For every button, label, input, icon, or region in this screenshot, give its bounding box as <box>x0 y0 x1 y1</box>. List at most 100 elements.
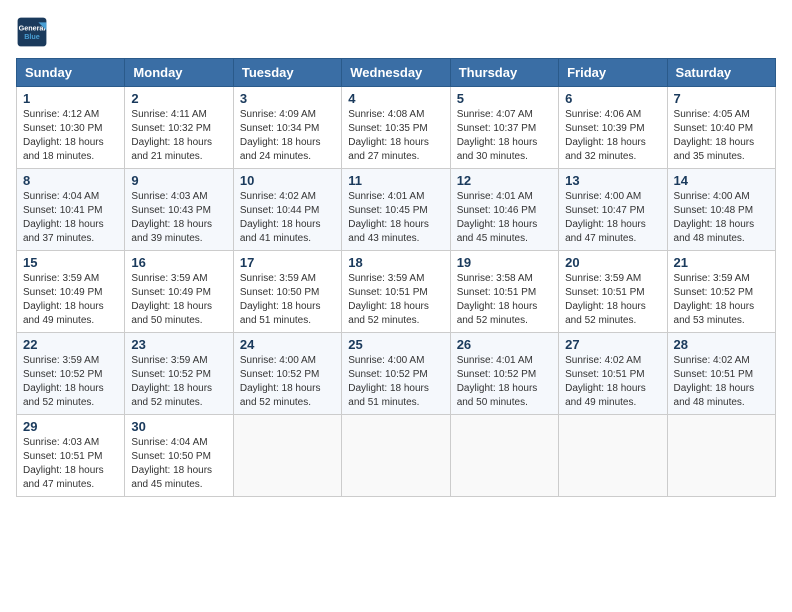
calendar-cell: 9 Sunrise: 4:03 AMSunset: 10:43 PMDaylig… <box>125 169 233 251</box>
calendar-week-4: 22 Sunrise: 3:59 AMSunset: 10:52 PMDayli… <box>17 333 776 415</box>
calendar-cell: 25 Sunrise: 4:00 AMSunset: 10:52 PMDayli… <box>342 333 450 415</box>
day-number: 26 <box>457 337 552 352</box>
day-info: Sunrise: 4:01 AMSunset: 10:52 PMDaylight… <box>457 354 552 410</box>
day-info: Sunrise: 3:59 AMSunset: 10:52 PMDaylight… <box>23 354 118 410</box>
calendar-cell: 3 Sunrise: 4:09 AMSunset: 10:34 PMDaylig… <box>233 87 341 169</box>
day-number: 6 <box>565 91 660 106</box>
calendar-cell: 5 Sunrise: 4:07 AMSunset: 10:37 PMDaylig… <box>450 87 558 169</box>
day-number: 28 <box>674 337 769 352</box>
day-info: Sunrise: 4:08 AMSunset: 10:35 PMDaylight… <box>348 108 443 164</box>
calendar-cell: 2 Sunrise: 4:11 AMSunset: 10:32 PMDaylig… <box>125 87 233 169</box>
header-friday: Friday <box>559 59 667 87</box>
calendar-cell: 23 Sunrise: 3:59 AMSunset: 10:52 PMDayli… <box>125 333 233 415</box>
day-number: 2 <box>131 91 226 106</box>
calendar-week-1: 1 Sunrise: 4:12 AMSunset: 10:30 PMDaylig… <box>17 87 776 169</box>
day-info: Sunrise: 3:59 AMSunset: 10:51 PMDaylight… <box>565 272 660 328</box>
calendar-cell: 7 Sunrise: 4:05 AMSunset: 10:40 PMDaylig… <box>667 87 775 169</box>
logo-icon: General Blue <box>16 16 48 48</box>
day-number: 12 <box>457 173 552 188</box>
calendar-cell: 8 Sunrise: 4:04 AMSunset: 10:41 PMDaylig… <box>17 169 125 251</box>
day-info: Sunrise: 4:05 AMSunset: 10:40 PMDaylight… <box>674 108 769 164</box>
day-info: Sunrise: 4:01 AMSunset: 10:45 PMDaylight… <box>348 190 443 246</box>
day-info: Sunrise: 4:02 AMSunset: 10:44 PMDaylight… <box>240 190 335 246</box>
day-info: Sunrise: 4:04 AMSunset: 10:50 PMDaylight… <box>131 436 226 492</box>
day-info: Sunrise: 4:02 AMSunset: 10:51 PMDaylight… <box>674 354 769 410</box>
day-number: 17 <box>240 255 335 270</box>
calendar-cell: 10 Sunrise: 4:02 AMSunset: 10:44 PMDayli… <box>233 169 341 251</box>
day-info: Sunrise: 4:00 AMSunset: 10:52 PMDaylight… <box>348 354 443 410</box>
calendar-cell: 19 Sunrise: 3:58 AMSunset: 10:51 PMDayli… <box>450 251 558 333</box>
day-info: Sunrise: 4:07 AMSunset: 10:37 PMDaylight… <box>457 108 552 164</box>
day-number: 3 <box>240 91 335 106</box>
day-number: 9 <box>131 173 226 188</box>
calendar-cell: 15 Sunrise: 3:59 AMSunset: 10:49 PMDayli… <box>17 251 125 333</box>
header-monday: Monday <box>125 59 233 87</box>
day-info: Sunrise: 3:59 AMSunset: 10:50 PMDaylight… <box>240 272 335 328</box>
day-number: 25 <box>348 337 443 352</box>
day-info: Sunrise: 4:11 AMSunset: 10:32 PMDaylight… <box>131 108 226 164</box>
day-number: 22 <box>23 337 118 352</box>
day-info: Sunrise: 3:59 AMSunset: 10:49 PMDaylight… <box>131 272 226 328</box>
day-info: Sunrise: 4:09 AMSunset: 10:34 PMDaylight… <box>240 108 335 164</box>
calendar-cell: 11 Sunrise: 4:01 AMSunset: 10:45 PMDayli… <box>342 169 450 251</box>
day-info: Sunrise: 4:02 AMSunset: 10:51 PMDaylight… <box>565 354 660 410</box>
day-number: 18 <box>348 255 443 270</box>
day-number: 24 <box>240 337 335 352</box>
header-thursday: Thursday <box>450 59 558 87</box>
calendar-cell: 26 Sunrise: 4:01 AMSunset: 10:52 PMDayli… <box>450 333 558 415</box>
calendar-cell <box>559 415 667 497</box>
day-number: 1 <box>23 91 118 106</box>
day-info: Sunrise: 4:00 AMSunset: 10:52 PMDaylight… <box>240 354 335 410</box>
calendar-cell: 12 Sunrise: 4:01 AMSunset: 10:46 PMDayli… <box>450 169 558 251</box>
day-number: 16 <box>131 255 226 270</box>
day-number: 29 <box>23 419 118 434</box>
day-number: 21 <box>674 255 769 270</box>
day-info: Sunrise: 4:01 AMSunset: 10:46 PMDaylight… <box>457 190 552 246</box>
header-tuesday: Tuesday <box>233 59 341 87</box>
calendar-cell: 6 Sunrise: 4:06 AMSunset: 10:39 PMDaylig… <box>559 87 667 169</box>
day-number: 15 <box>23 255 118 270</box>
day-info: Sunrise: 4:03 AMSunset: 10:43 PMDaylight… <box>131 190 226 246</box>
header: General Blue <box>16 16 776 48</box>
day-number: 14 <box>674 173 769 188</box>
header-wednesday: Wednesday <box>342 59 450 87</box>
calendar-cell: 18 Sunrise: 3:59 AMSunset: 10:51 PMDayli… <box>342 251 450 333</box>
calendar-cell <box>342 415 450 497</box>
header-saturday: Saturday <box>667 59 775 87</box>
day-info: Sunrise: 3:59 AMSunset: 10:51 PMDaylight… <box>348 272 443 328</box>
day-info: Sunrise: 3:59 AMSunset: 10:52 PMDaylight… <box>131 354 226 410</box>
calendar-cell <box>667 415 775 497</box>
day-number: 19 <box>457 255 552 270</box>
calendar-cell <box>450 415 558 497</box>
calendar-header-row: SundayMondayTuesdayWednesdayThursdayFrid… <box>17 59 776 87</box>
day-number: 20 <box>565 255 660 270</box>
svg-text:Blue: Blue <box>24 32 40 41</box>
calendar-cell: 29 Sunrise: 4:03 AMSunset: 10:51 PMDayli… <box>17 415 125 497</box>
calendar-week-2: 8 Sunrise: 4:04 AMSunset: 10:41 PMDaylig… <box>17 169 776 251</box>
day-number: 7 <box>674 91 769 106</box>
calendar-cell: 20 Sunrise: 3:59 AMSunset: 10:51 PMDayli… <box>559 251 667 333</box>
header-sunday: Sunday <box>17 59 125 87</box>
day-info: Sunrise: 4:03 AMSunset: 10:51 PMDaylight… <box>23 436 118 492</box>
day-info: Sunrise: 4:04 AMSunset: 10:41 PMDaylight… <box>23 190 118 246</box>
day-number: 5 <box>457 91 552 106</box>
calendar-cell: 14 Sunrise: 4:00 AMSunset: 10:48 PMDayli… <box>667 169 775 251</box>
day-number: 8 <box>23 173 118 188</box>
calendar-cell: 17 Sunrise: 3:59 AMSunset: 10:50 PMDayli… <box>233 251 341 333</box>
calendar: SundayMondayTuesdayWednesdayThursdayFrid… <box>16 58 776 497</box>
calendar-cell: 30 Sunrise: 4:04 AMSunset: 10:50 PMDayli… <box>125 415 233 497</box>
calendar-week-5: 29 Sunrise: 4:03 AMSunset: 10:51 PMDayli… <box>17 415 776 497</box>
calendar-cell: 24 Sunrise: 4:00 AMSunset: 10:52 PMDayli… <box>233 333 341 415</box>
calendar-cell: 28 Sunrise: 4:02 AMSunset: 10:51 PMDayli… <box>667 333 775 415</box>
day-info: Sunrise: 3:59 AMSunset: 10:52 PMDaylight… <box>674 272 769 328</box>
day-number: 11 <box>348 173 443 188</box>
day-number: 13 <box>565 173 660 188</box>
day-info: Sunrise: 3:59 AMSunset: 10:49 PMDaylight… <box>23 272 118 328</box>
logo: General Blue <box>16 16 48 48</box>
day-number: 23 <box>131 337 226 352</box>
calendar-cell: 13 Sunrise: 4:00 AMSunset: 10:47 PMDayli… <box>559 169 667 251</box>
day-number: 10 <box>240 173 335 188</box>
calendar-cell: 16 Sunrise: 3:59 AMSunset: 10:49 PMDayli… <box>125 251 233 333</box>
day-number: 30 <box>131 419 226 434</box>
day-number: 4 <box>348 91 443 106</box>
